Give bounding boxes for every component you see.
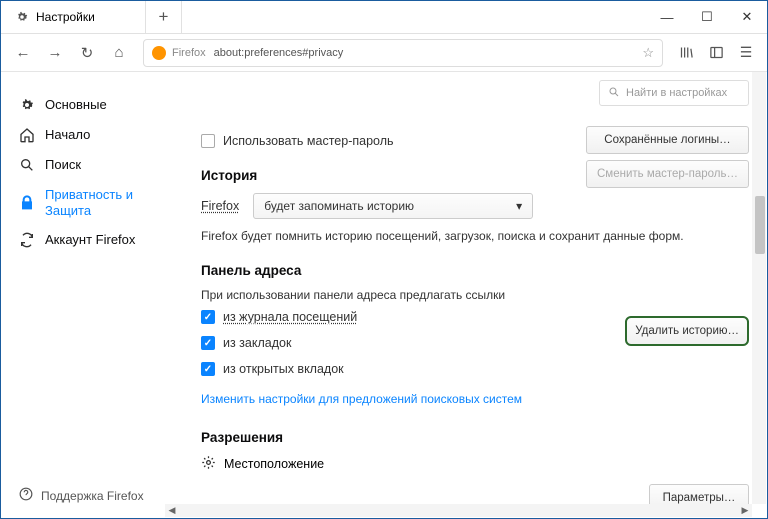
checkbox-icon bbox=[201, 134, 215, 148]
scroll-left-arrow-icon[interactable]: ◀ bbox=[165, 505, 179, 516]
checkbox-label: из журнала посещений bbox=[223, 310, 357, 324]
permission-location-row: Местоположение bbox=[201, 455, 749, 473]
history-mode-select[interactable]: будет запоминать историю ▾ bbox=[253, 193, 533, 219]
history-firefox-label: Firefox bbox=[201, 199, 239, 213]
support-link[interactable]: Поддержка Firefox bbox=[19, 487, 144, 504]
sidebar-item-label: Начало bbox=[45, 127, 90, 143]
main-area: Основные Начало Поиск Приватность и Защи… bbox=[1, 72, 767, 518]
addressbar-subtitle: При использовании панели адреса предлага… bbox=[201, 288, 749, 302]
sidebar-item-search[interactable]: Поиск bbox=[1, 150, 165, 180]
tab-title: Настройки bbox=[36, 10, 95, 24]
search-icon bbox=[19, 157, 35, 173]
history-description: Firefox будет помнить историю посещений,… bbox=[201, 229, 749, 243]
new-tab-button[interactable]: + bbox=[146, 1, 182, 33]
window-controls: — ☐ ✕ bbox=[647, 1, 767, 33]
saved-logins-button[interactable]: Сохранённые логины… bbox=[586, 126, 749, 154]
permission-label: Местоположение bbox=[224, 457, 324, 471]
sync-icon bbox=[19, 232, 35, 248]
vertical-scrollbar[interactable] bbox=[752, 72, 766, 504]
menu-button[interactable]: ☰ bbox=[733, 40, 759, 66]
sidebar-item-label: Приватность и Защита bbox=[45, 187, 153, 218]
gear-icon bbox=[15, 10, 29, 24]
search-placeholder: Найти в настройках bbox=[626, 87, 727, 99]
vertical-scrollbar-thumb[interactable] bbox=[755, 196, 765, 254]
search-engine-suggestions-link[interactable]: Изменить настройки для предложений поиск… bbox=[201, 392, 522, 406]
search-icon bbox=[608, 86, 620, 101]
library-icon[interactable] bbox=[673, 40, 699, 66]
checkbox-label: Использовать мастер-пароль bbox=[223, 134, 394, 148]
location-icon bbox=[201, 455, 216, 473]
sidebar-item-privacy[interactable]: Приватность и Защита bbox=[1, 180, 165, 225]
minimize-button[interactable]: — bbox=[647, 1, 687, 33]
toolbar: ← → ↻ ⌂ Firefox about:preferences#privac… bbox=[1, 34, 767, 72]
reload-button[interactable]: ↻ bbox=[73, 39, 101, 67]
content-pane: Найти в настройках Сохранённые логины… С… bbox=[165, 72, 767, 518]
checkbox-label: из закладок bbox=[223, 336, 291, 350]
sidebar-item-label: Аккаунт Firefox bbox=[45, 232, 135, 248]
checkbox-icon bbox=[201, 336, 215, 350]
chevron-down-icon: ▾ bbox=[516, 199, 522, 213]
support-label: Поддержка Firefox bbox=[41, 489, 144, 503]
scroll-right-arrow-icon[interactable]: ▶ bbox=[738, 505, 752, 516]
sidebar: Основные Начало Поиск Приватность и Защи… bbox=[1, 72, 165, 518]
sidebar-item-label: Основные bbox=[45, 97, 107, 113]
sidebar-item-account[interactable]: Аккаунт Firefox bbox=[1, 225, 165, 255]
bookmark-star-icon[interactable]: ☆ bbox=[642, 45, 654, 61]
sidebar-item-label: Поиск bbox=[45, 157, 81, 173]
delete-history-button[interactable]: Удалить историю… bbox=[625, 316, 749, 346]
url-text: about:preferences#privacy bbox=[214, 47, 643, 59]
browser-tab[interactable]: Настройки bbox=[1, 1, 146, 33]
checkbox-label: из открытых вкладок bbox=[223, 362, 344, 376]
addressbar-heading: Панель адреса bbox=[201, 263, 749, 278]
permissions-heading: Разрешения bbox=[201, 430, 749, 445]
close-button[interactable]: ✕ bbox=[727, 1, 767, 33]
title-bar: Настройки + — ☐ ✕ bbox=[1, 1, 767, 34]
addressbar-option-opentabs[interactable]: из открытых вкладок bbox=[201, 362, 749, 376]
maximize-button[interactable]: ☐ bbox=[687, 1, 727, 33]
forward-button[interactable]: → bbox=[41, 39, 69, 67]
home-button[interactable]: ⌂ bbox=[105, 39, 133, 67]
url-brand: Firefox bbox=[172, 47, 206, 59]
sidebar-item-general[interactable]: Основные bbox=[1, 90, 165, 120]
change-master-password-button: Сменить мастер-пароль… bbox=[586, 160, 749, 188]
sidebar-item-home[interactable]: Начало bbox=[1, 120, 165, 150]
settings-search-input[interactable]: Найти в настройках bbox=[599, 80, 749, 106]
checkbox-icon bbox=[201, 362, 215, 376]
select-value: будет запоминать историю bbox=[264, 199, 414, 213]
horizontal-scrollbar[interactable]: ◀ ▶ bbox=[165, 504, 752, 517]
gear-icon bbox=[19, 97, 35, 113]
url-bar[interactable]: Firefox about:preferences#privacy ☆ bbox=[143, 39, 663, 67]
firefox-logo-icon bbox=[152, 46, 166, 60]
lock-icon bbox=[19, 195, 35, 211]
sidebar-icon[interactable] bbox=[703, 40, 729, 66]
home-icon bbox=[19, 127, 35, 143]
help-icon bbox=[19, 487, 33, 504]
back-button[interactable]: ← bbox=[9, 39, 37, 67]
checkbox-icon bbox=[201, 310, 215, 324]
